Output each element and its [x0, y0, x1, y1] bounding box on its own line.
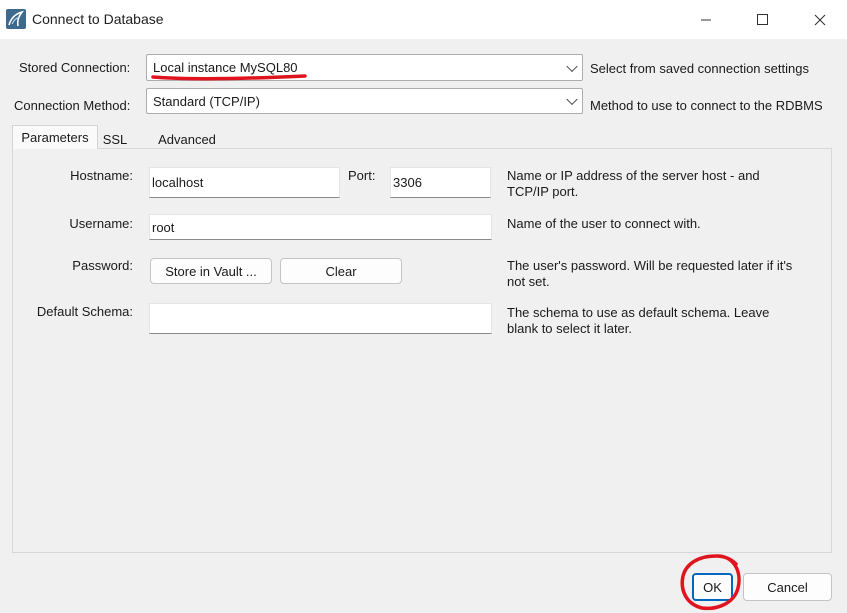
username-description: Name of the user to connect with.: [507, 216, 701, 231]
chevron-down-icon: [566, 93, 578, 106]
default-schema-description: The schema to use as default schema. Lea…: [507, 305, 770, 336]
clear-password-button[interactable]: Clear: [280, 258, 402, 284]
tab-parameters[interactable]: Parameters: [12, 125, 98, 149]
stored-connection-value: Local instance MySQL80: [153, 60, 298, 75]
connection-method-value: Standard (TCP/IP): [153, 93, 260, 109]
default-schema-label: Default Schema:: [36, 304, 133, 319]
title-bar: Connect to Database: [0, 0, 847, 39]
store-in-vault-button[interactable]: Store in Vault ...: [150, 258, 272, 284]
connection-method-description: Method to use to connect to the RDBMS: [590, 98, 823, 113]
tab-advanced[interactable]: Advanced: [151, 128, 223, 150]
hostname-description: Name or IP address of the server host - …: [507, 168, 760, 199]
window-title: Connect to Database: [32, 11, 164, 27]
password-label: Password:: [72, 258, 133, 273]
mysql-workbench-icon: [6, 9, 26, 29]
cancel-button[interactable]: Cancel: [743, 573, 832, 601]
password-description: The user's password. Will be requested l…: [507, 258, 793, 289]
minimize-icon[interactable]: [683, 0, 729, 39]
username-label: Username:: [69, 216, 133, 231]
chevron-down-icon: [566, 60, 578, 72]
ok-button[interactable]: OK: [692, 573, 733, 601]
username-field[interactable]: root: [149, 214, 492, 240]
default-schema-field[interactable]: [149, 303, 492, 334]
port-label: Port:: [348, 168, 376, 183]
tab-ssl[interactable]: SSL: [100, 128, 130, 150]
stored-connection-select[interactable]: Local instance MySQL80: [146, 54, 583, 81]
parameters-panel: [12, 148, 832, 553]
hostname-label: Hostname:: [70, 168, 133, 183]
maximize-icon[interactable]: [739, 0, 785, 39]
hostname-field[interactable]: localhost: [149, 167, 340, 198]
close-icon[interactable]: [797, 0, 843, 39]
port-field[interactable]: 3306: [390, 167, 491, 198]
connection-method-label: Connection Method:: [14, 98, 131, 113]
connection-method-select[interactable]: Standard (TCP/IP): [146, 88, 583, 114]
stored-connection-description: Select from saved connection settings: [590, 61, 809, 76]
stored-connection-label: Stored Connection:: [19, 60, 131, 75]
